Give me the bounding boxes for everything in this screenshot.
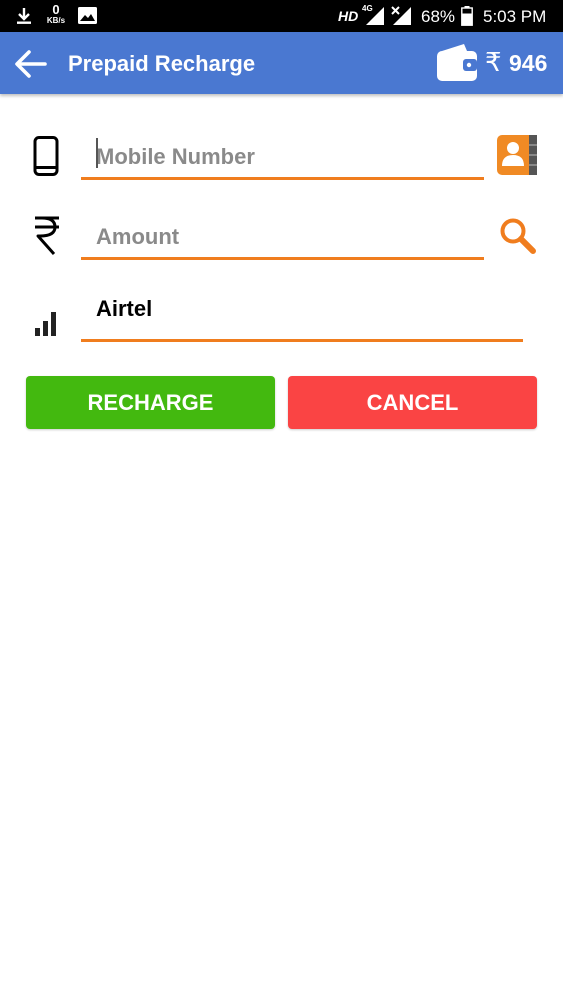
download-icon: [17, 8, 31, 24]
battery-percent: 68%: [421, 7, 456, 26]
hd-label: HD: [338, 8, 359, 24]
back-button[interactable]: [10, 46, 50, 82]
net-speed-unit: KB/s: [46, 16, 66, 25]
page-title: Prepaid Recharge: [68, 51, 256, 76]
net-speed-value: 0: [52, 2, 60, 17]
image-icon: [78, 7, 97, 24]
rupee-icon: [35, 216, 59, 255]
operator-value: Airtel: [96, 296, 153, 321]
battery-icon: [461, 6, 473, 26]
signal-no-service-icon: [391, 6, 411, 25]
clock: 5:03 PM: [483, 7, 547, 26]
signal-bars-icon: [35, 312, 56, 336]
amount-input[interactable]: [81, 216, 484, 257]
net-speed: 0 KB/s: [44, 3, 68, 25]
search-icon[interactable]: [498, 217, 538, 255]
amount-field[interactable]: [81, 216, 484, 260]
wallet-icon[interactable]: [436, 42, 478, 82]
signal-icon: [366, 7, 384, 25]
app-bar: Prepaid Recharge ₹ 946: [0, 32, 563, 94]
mobile-phone-icon: [33, 136, 59, 176]
currency-symbol: ₹: [485, 48, 502, 78]
mobile-number-input[interactable]: [81, 136, 484, 177]
status-bar: 0 KB/s HD 4G 68% 5:03 PM: [0, 0, 563, 32]
recharge-button[interactable]: RECHARGE: [26, 376, 275, 429]
contacts-book-icon[interactable]: [496, 134, 538, 176]
mobile-number-field[interactable]: [81, 136, 484, 180]
back-arrow-icon: [15, 50, 47, 78]
wallet-balance: 946: [509, 50, 548, 76]
cancel-button[interactable]: CANCEL: [288, 376, 537, 429]
text-cursor: [96, 138, 98, 168]
